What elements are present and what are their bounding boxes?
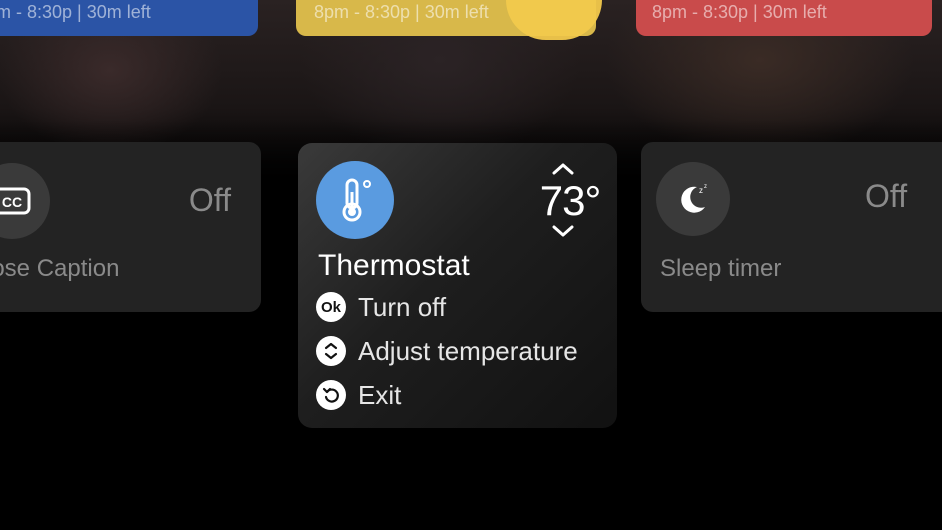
ok-button-icon: Ok (316, 292, 346, 322)
up-down-icon (316, 336, 346, 366)
adjust-temperature-label: Adjust temperature (358, 335, 578, 366)
sleep-icon-circle: z z (656, 162, 730, 236)
cc-icon-circle: CC (0, 163, 50, 239)
program-time: 8pm - 8:30p | 30m left (314, 2, 489, 22)
program-tile-1[interactable]: m - 8:30p | 30m left (0, 0, 258, 36)
thermostat-title: Thermostat (318, 249, 470, 282)
program-tile-3[interactable]: 8pm - 8:30p | 30m left (636, 0, 932, 36)
back-icon (316, 380, 346, 410)
turn-off-action[interactable]: Ok Turn off (316, 291, 446, 323)
close-caption-status: Off (188, 182, 231, 218)
temperature-value: 73° (539, 177, 602, 224)
svg-text:z: z (699, 186, 703, 195)
temperature-control[interactable]: 73° (534, 161, 606, 239)
sleep-timer-label: Sleep timer (660, 255, 782, 282)
thermostat-icon-circle (316, 161, 394, 239)
svg-text:z: z (704, 184, 707, 190)
thermometer-icon (342, 178, 371, 222)
program-time: 8pm - 8:30p | 30m left (652, 2, 827, 22)
program-time: m - 8:30p | 30m left (0, 2, 151, 22)
cc-icon: CC (0, 187, 31, 215)
turn-off-label: Turn off (358, 291, 447, 322)
chevron-down-icon[interactable] (552, 225, 574, 237)
adjust-temperature-action[interactable]: Adjust temperature (316, 335, 578, 367)
close-caption-card[interactable]: CC Off lose Caption (0, 142, 261, 312)
sleep-timer-status: Off (865, 178, 908, 214)
exit-label: Exit (358, 379, 402, 410)
moon-icon: z z (681, 184, 707, 213)
chevron-up-icon[interactable] (552, 163, 574, 175)
exit-action[interactable]: Exit (316, 379, 401, 411)
svg-text:CC: CC (2, 194, 22, 210)
sleep-timer-card[interactable]: z z Off Sleep timer (641, 142, 942, 312)
thermostat-card[interactable]: 73° Thermostat Ok Turn off Adjust temper… (298, 143, 617, 428)
close-caption-label: lose Caption (0, 255, 120, 282)
